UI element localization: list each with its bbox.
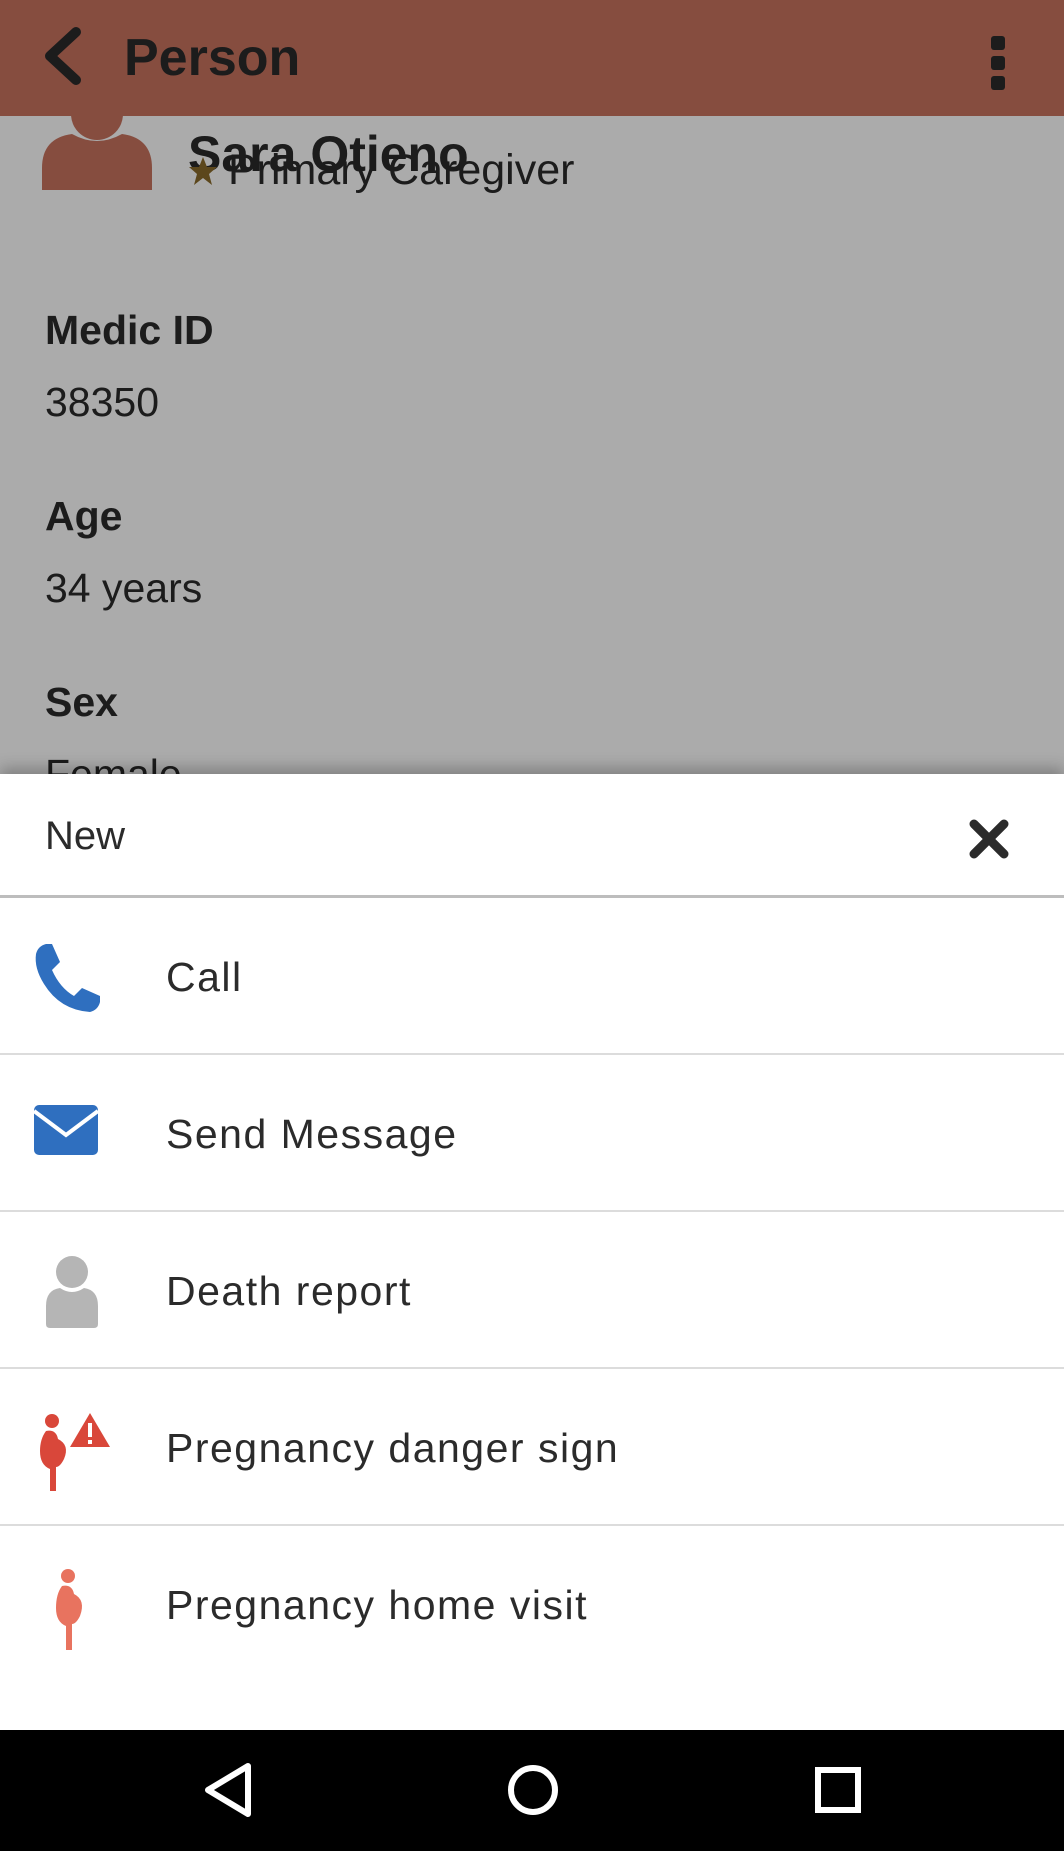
action-call[interactable]: Call [0, 898, 1064, 1055]
action-death-report[interactable]: Death report [0, 1212, 1064, 1369]
square-recents-icon[interactable] [802, 1754, 874, 1826]
action-send-message[interactable]: Send Message [0, 1055, 1064, 1212]
person-page: Person Sara Otieno Primary Caregiver Med… [0, 0, 1064, 774]
action-pregnancy-home-visit[interactable]: Pregnancy home visit [0, 1526, 1064, 1683]
action-label: Pregnancy danger sign [166, 1425, 620, 1471]
action-label: Death report [166, 1268, 412, 1314]
person-gray-icon [46, 1256, 98, 1328]
pregnancy-icon [56, 1569, 82, 1650]
action-pregnancy-danger-sign[interactable]: Pregnancy danger sign [0, 1369, 1064, 1526]
triangle-back-icon[interactable] [192, 1754, 264, 1826]
envelope-icon [32, 1105, 100, 1155]
circle-home-icon[interactable] [497, 1754, 569, 1826]
action-label: Pregnancy home visit [166, 1582, 588, 1628]
phone-icon [35, 944, 100, 1012]
pregnancy-danger-icon [40, 1413, 110, 1491]
new-actions-sheet: New Call Send Message Death report Pregn… [0, 774, 1064, 1730]
action-label: Call [166, 954, 243, 1000]
action-label: Send Message [166, 1111, 458, 1157]
system-nav-bar [0, 1730, 1064, 1851]
close-icon[interactable] [966, 816, 1012, 862]
sheet-header: New [0, 774, 1064, 898]
dim-overlay[interactable] [0, 0, 1064, 774]
sheet-title: New [45, 814, 126, 858]
